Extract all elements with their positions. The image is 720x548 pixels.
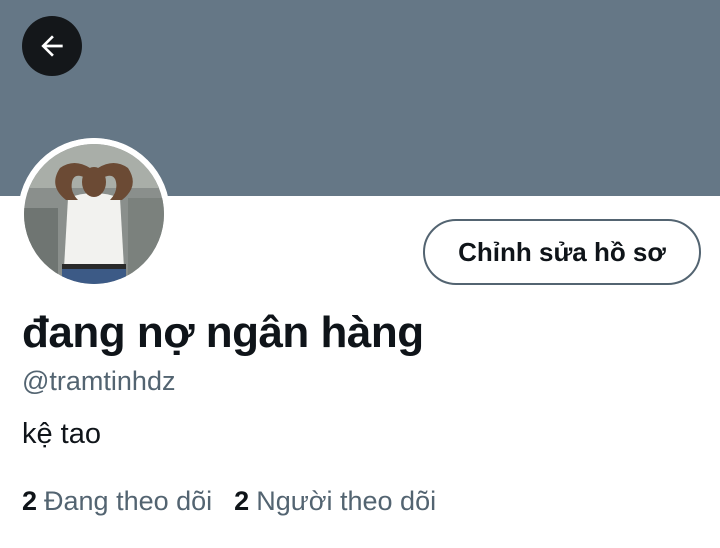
following-label: Đang theo dõi	[44, 486, 213, 516]
avatar[interactable]	[18, 138, 170, 290]
following-count: 2	[22, 486, 38, 516]
followers-count: 2	[234, 486, 250, 516]
back-button[interactable]	[22, 16, 82, 76]
following-link[interactable]: 2 Đang theo dõi	[22, 486, 212, 517]
follow-stats: 2 Đang theo dõi 2 Người theo dõi	[22, 486, 458, 517]
followers-label: Người theo dõi	[256, 486, 437, 516]
followers-link[interactable]: 2 Người theo dõi	[234, 486, 436, 517]
arrow-left-icon	[41, 35, 63, 57]
profile-bio: kệ tao	[22, 418, 101, 450]
avatar-image	[18, 138, 170, 290]
edit-profile-button[interactable]: Chỉnh sửa hồ sơ	[423, 219, 701, 285]
display-name: đang nợ ngân hàng	[22, 308, 424, 357]
user-handle: @tramtinhdz	[22, 366, 176, 396]
